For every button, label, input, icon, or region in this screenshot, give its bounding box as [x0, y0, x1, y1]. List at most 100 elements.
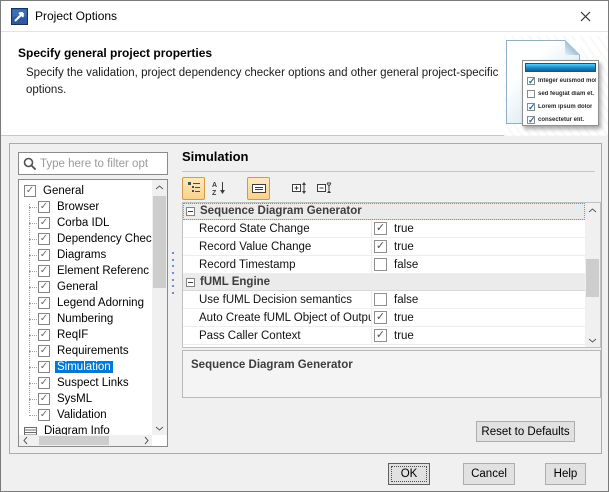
scroll-up-button[interactable]: [585, 203, 600, 217]
panel-splitter-handle[interactable]: [171, 252, 175, 294]
expand-all-button[interactable]: [287, 177, 310, 200]
checked-checkbox-icon[interactable]: ✓: [38, 393, 50, 405]
property-row-pass-caller-context[interactable]: Pass Caller Context✓true: [183, 327, 585, 345]
property-row-record-timestamp[interactable]: Record Timestampfalse: [183, 256, 585, 274]
property-row-auto-create-fuml-object-of-outpu[interactable]: Auto Create fUML Object of Outpu...✓true: [183, 309, 585, 327]
scroll-down-button[interactable]: [585, 333, 600, 347]
tree-item-corba-idl[interactable]: ✓Corba IDL: [19, 215, 152, 231]
group-header-fuml-engine[interactable]: fUML Engine: [183, 274, 585, 291]
sort-alphabetically-button[interactable]: A Z: [207, 177, 230, 200]
scroll-down-button[interactable]: [152, 421, 167, 435]
tree-item-dependency-chec[interactable]: ✓Dependency Chec: [19, 231, 152, 247]
chevron-down-icon: [588, 338, 597, 343]
tree-item-requirements[interactable]: ✓Requirements: [19, 343, 152, 359]
tree-item-sysml[interactable]: ✓SysML: [19, 391, 152, 407]
property-row-use-fuml-decision-semantics[interactable]: Use fUML Decision semanticsfalse: [183, 291, 585, 309]
filter-input[interactable]: [40, 158, 160, 170]
collapse-all-button[interactable]: [312, 177, 335, 200]
checked-checkbox-icon[interactable]: ✓: [38, 281, 50, 293]
tree-item-legend-adorning[interactable]: ✓Legend Adorning: [19, 295, 152, 311]
checked-checkbox-icon[interactable]: ✓: [38, 345, 50, 357]
window-title: Project Options: [35, 9, 117, 23]
checked-checkbox[interactable]: ✓: [374, 240, 387, 253]
filter-box: [18, 152, 168, 175]
chevron-up-icon: [155, 185, 164, 190]
checked-checkbox-icon[interactable]: ✓: [38, 297, 50, 309]
dialog-header: Specify general project properties Speci…: [1, 32, 608, 136]
checked-checkbox-icon[interactable]: ✓: [38, 265, 50, 277]
scroll-left-button[interactable]: [19, 435, 31, 446]
cancel-button[interactable]: Cancel: [463, 463, 515, 485]
svg-text:Z: Z: [212, 190, 217, 196]
tree-item-general[interactable]: ✓ General: [19, 279, 152, 295]
checked-checkbox-icon[interactable]: ✓: [38, 329, 50, 341]
project-options-dialog: Project Options Specify general project …: [0, 0, 609, 492]
checked-checkbox-icon[interactable]: ✓: [38, 233, 50, 245]
title-bar[interactable]: Project Options: [1, 1, 608, 32]
scroll-right-button[interactable]: [140, 435, 152, 446]
tree-item-general[interactable]: ✓General: [19, 183, 152, 199]
checked-checkbox-icon[interactable]: ✓: [24, 185, 36, 197]
scroll-up-button[interactable]: [152, 180, 167, 194]
tree-item-numbering[interactable]: ✓ Numbering: [19, 311, 152, 327]
help-button[interactable]: Help: [545, 463, 586, 485]
property-row-record-value-change[interactable]: Record Value Change✓ true: [183, 238, 585, 256]
close-button[interactable]: [563, 1, 608, 31]
categorized-view-icon: [186, 180, 202, 196]
show-description-area-button[interactable]: [247, 177, 270, 200]
expand-all-icon: [291, 180, 307, 196]
tree-item-element-referenc[interactable]: ✓ Element Referenc: [19, 263, 152, 279]
tree-item-diagrams[interactable]: ✓Diagrams: [19, 247, 152, 263]
checked-checkbox-icon[interactable]: ✓: [38, 361, 50, 373]
property-name: Use fUML Decision semantics: [183, 294, 371, 306]
scroll-thumb[interactable]: [586, 259, 599, 297]
property-value: ✓true: [371, 220, 585, 237]
options-table: Sequence Diagram GeneratorRecord State C…: [182, 202, 601, 348]
reset-to-defaults-button[interactable]: Reset to Defaults: [476, 421, 575, 442]
options-toolbar: A Z: [182, 175, 335, 201]
tree-item-label: Numbering: [55, 313, 115, 325]
tree-item-label: ReqIF: [55, 329, 90, 341]
checked-checkbox-icon[interactable]: ✓: [38, 217, 50, 229]
checked-checkbox-icon[interactable]: ✓: [38, 249, 50, 261]
tree-item-label: General: [55, 281, 100, 293]
unchecked-checkbox[interactable]: [374, 258, 387, 271]
tree-horizontal-scrollbar[interactable]: [19, 435, 152, 446]
property-name: Record Value Change: [183, 241, 371, 253]
property-value-text: true: [394, 241, 414, 253]
categorized-view-button[interactable]: [182, 177, 205, 200]
property-row-record-state-change[interactable]: Record State Change✓true: [183, 220, 585, 238]
tree-item-diagram-info[interactable]: Diagram Info: [19, 423, 152, 435]
document-fold: [565, 40, 580, 55]
checked-checkbox[interactable]: ✓: [374, 329, 387, 342]
tree-item-browser[interactable]: ✓Browser: [19, 199, 152, 215]
property-name: Pass Caller Context: [183, 330, 371, 342]
checked-checkbox-icon: ✓: [527, 77, 535, 85]
tree-item-suspect-links[interactable]: ✓Suspect Links: [19, 375, 152, 391]
checklist-item: ✓consectetur elit.: [527, 114, 596, 126]
checked-checkbox-icon[interactable]: ✓: [38, 409, 50, 421]
checked-checkbox[interactable]: ✓: [374, 222, 387, 235]
description-title: Sequence Diagram Generator: [191, 359, 353, 371]
checked-checkbox-icon[interactable]: ✓: [38, 201, 50, 213]
scroll-thumb[interactable]: [39, 436, 109, 445]
tree-item-label: Validation: [55, 409, 109, 421]
tree-item-validation[interactable]: ✓ Validation: [19, 407, 152, 423]
tree-item-label: Element Referenc: [55, 265, 151, 277]
collapse-group-icon[interactable]: [186, 278, 195, 287]
collapse-group-icon[interactable]: [186, 207, 195, 216]
group-header-sequence-diagram-generator[interactable]: Sequence Diagram Generator: [183, 203, 585, 220]
options-tree: ✓ General ✓Browser✓Corba IDL✓Dependency Ch…: [19, 183, 152, 435]
property-value-text: true: [394, 312, 414, 324]
sort-alphabetically-icon: A Z: [211, 180, 227, 196]
tree-vertical-scrollbar[interactable]: [152, 180, 167, 435]
checked-checkbox[interactable]: ✓: [374, 311, 387, 324]
tree-item-reqif[interactable]: ✓ ReqIF: [19, 327, 152, 343]
checked-checkbox-icon[interactable]: ✓: [38, 313, 50, 325]
ok-button[interactable]: OK: [388, 463, 430, 485]
checked-checkbox-icon[interactable]: ✓: [38, 377, 50, 389]
unchecked-checkbox[interactable]: [374, 293, 387, 306]
scroll-thumb[interactable]: [153, 196, 166, 288]
tree-item-simulation[interactable]: ✓Simulation: [19, 359, 152, 375]
table-vertical-scrollbar[interactable]: [585, 203, 600, 347]
